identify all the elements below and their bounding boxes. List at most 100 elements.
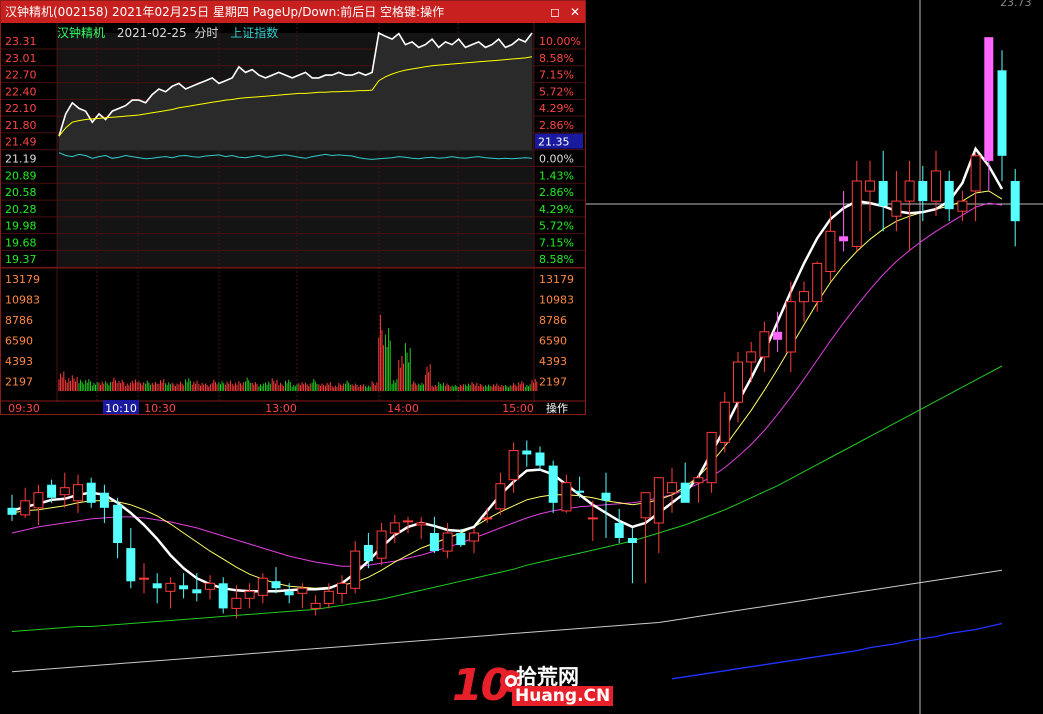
candle — [706, 431, 717, 493]
price-tick-label: 22.40 — [5, 85, 37, 98]
candle — [653, 477, 664, 554]
intraday-popup-window[interactable]: 汉钟精机(002158) 2021年02月25日 星期四 PageUp/Down… — [0, 0, 586, 415]
candle — [970, 152, 981, 222]
price-tick-label: 19.98 — [5, 220, 37, 233]
candle-body — [7, 507, 17, 515]
candle-body — [746, 351, 757, 363]
intraday-chart: 23.31 10.00% 23.01 8.58% 22.70 7.15% 22.40 5.72… — [1, 23, 585, 414]
operate-button[interactable]: 操作 — [546, 401, 568, 414]
candle — [561, 474, 572, 513]
candle — [429, 516, 439, 554]
candle-body — [878, 181, 888, 207]
price-tick-label: 23.31 — [5, 35, 37, 48]
restore-icon[interactable]: ◻ — [547, 4, 563, 20]
candle-body — [640, 492, 651, 519]
candle — [548, 460, 558, 513]
pct-tick-label: 5.72% — [539, 85, 574, 98]
candle-body — [851, 180, 862, 247]
index-name[interactable]: 上证指数 — [230, 26, 278, 40]
candle — [944, 170, 954, 222]
candle-body — [614, 522, 624, 538]
candle-body — [719, 401, 730, 443]
candle-body — [310, 602, 321, 609]
candle — [997, 50, 1007, 181]
candle — [799, 281, 809, 322]
candle-body — [865, 180, 875, 192]
price-tick-label: 21.49 — [5, 136, 37, 149]
candle — [113, 497, 123, 559]
candle — [33, 484, 44, 525]
candle-body — [192, 589, 202, 594]
candle — [904, 160, 915, 252]
current-price-label: 21.35 — [538, 136, 570, 149]
candle — [614, 508, 624, 544]
candle — [20, 487, 31, 518]
candle — [86, 477, 96, 508]
candle — [984, 37, 994, 192]
candle-body — [799, 291, 809, 303]
volume-tick-label-right: 13179 — [539, 273, 574, 286]
candle — [271, 567, 281, 594]
candle-body — [733, 361, 743, 403]
candle-body — [20, 500, 31, 516]
volume-tick-label: 13179 — [5, 273, 40, 286]
candle — [218, 577, 228, 614]
candle — [865, 160, 875, 232]
candle-body — [429, 533, 439, 552]
candle-body — [944, 181, 954, 210]
candle-body — [205, 582, 215, 590]
candle — [416, 516, 427, 540]
candle-body — [139, 577, 149, 580]
volume-tick-label: 8786 — [5, 314, 33, 327]
price-tick-label: 20.28 — [5, 203, 37, 216]
candle-body — [416, 522, 427, 526]
price-tick-label: 19.68 — [5, 236, 37, 249]
candle-body — [297, 587, 308, 594]
candle-body — [693, 477, 704, 484]
stock-name: 汉钟精机 — [57, 26, 106, 40]
candle-body — [891, 200, 902, 217]
popup-title-bar[interactable]: 汉钟精机(002158) 2021年02月25日 星期四 PageUp/Down… — [1, 1, 585, 23]
candle-body — [73, 484, 83, 502]
candle-body — [337, 582, 347, 594]
pct-tick-label: 10.00% — [539, 35, 581, 48]
candle-body — [918, 181, 928, 202]
price-tick-label: 21.80 — [5, 119, 37, 132]
candle — [759, 321, 770, 373]
candle-body — [165, 582, 176, 592]
candle — [152, 573, 162, 604]
candle — [812, 261, 823, 312]
volume-tick-label: 10983 — [5, 294, 40, 307]
candle — [469, 527, 479, 554]
time-tick-label: 10:30 — [144, 402, 176, 414]
candle-body — [812, 262, 823, 303]
candle — [839, 191, 849, 252]
candle-body — [113, 504, 123, 543]
candle — [73, 474, 83, 513]
pct-tick-label: 2.86% — [539, 119, 574, 132]
candle-body — [469, 532, 479, 542]
candle-body — [522, 450, 532, 455]
candle — [680, 462, 690, 503]
time-tick-label: 10:10 — [105, 402, 137, 414]
candle — [785, 281, 796, 373]
candle — [244, 583, 255, 609]
candle — [495, 472, 506, 515]
candle-body — [773, 331, 783, 340]
candle — [350, 541, 361, 594]
volume-tick-label-right: 4393 — [539, 355, 567, 368]
volume-tick-label-right: 10983 — [539, 294, 574, 307]
candle-body — [350, 550, 361, 589]
candle-body — [152, 583, 162, 589]
candle — [733, 351, 743, 423]
candle-body — [601, 492, 611, 501]
close-icon[interactable]: ✕ — [567, 4, 583, 20]
candle-body — [759, 331, 770, 358]
candle-body — [1010, 181, 1020, 222]
candle — [59, 472, 70, 508]
candle-body — [482, 517, 493, 520]
candle — [179, 573, 189, 599]
watermark-domain: Huang.CN — [512, 686, 614, 706]
candle — [192, 573, 202, 602]
pct-tick-label: 2.86% — [539, 186, 574, 199]
